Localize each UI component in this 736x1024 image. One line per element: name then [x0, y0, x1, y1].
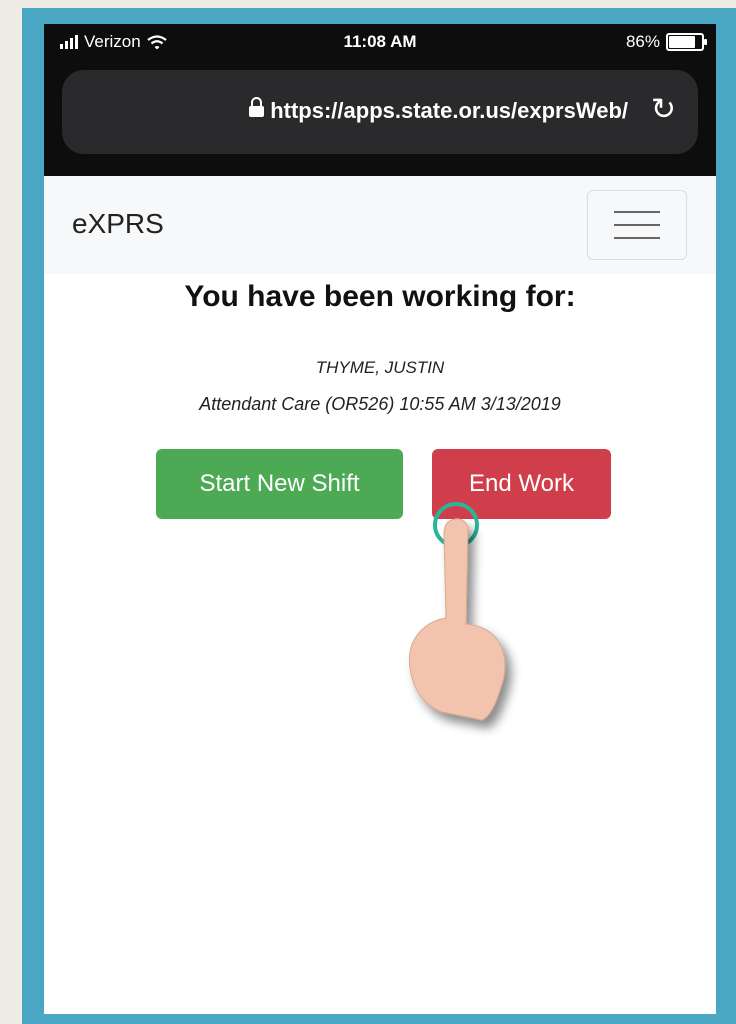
client-name: THYME, JUSTIN	[315, 358, 445, 377]
url-text: https://apps.state.or.us/exprsWeb/	[270, 98, 628, 123]
battery-indicator: 86%	[625, 32, 707, 52]
service-detail: Attendant Care (OR526) 10:55 AM 3/13/201…	[199, 394, 561, 414]
clock: 11:08 AM	[343, 32, 417, 51]
hamburger-icon	[614, 211, 660, 213]
battery-icon	[666, 33, 707, 51]
lock-icon	[249, 97, 265, 117]
tap-hand-icon	[408, 502, 506, 721]
url-display[interactable]: https://apps.state.or.us/exprsWeb/	[62, 97, 628, 124]
menu-toggle-button[interactable]	[587, 190, 687, 260]
phone-screen: Verizon 11:08 AM 86% https://apps.state.…	[44, 24, 716, 1014]
reload-icon[interactable]: ↻	[651, 92, 676, 127]
address-bar[interactable]: https://apps.state.or.us/exprsWeb/ ↻	[62, 70, 698, 154]
navbar: eXPRS	[44, 176, 716, 274]
battery-percent: 86%	[625, 32, 660, 51]
brand-logo[interactable]: eXPRS	[72, 208, 164, 240]
page-heading: You have been working for:	[184, 280, 576, 313]
status-bar: Verizon 11:08 AM 86%	[44, 24, 716, 62]
browser-chrome: Verizon 11:08 AM 86% https://apps.state.…	[44, 24, 716, 176]
